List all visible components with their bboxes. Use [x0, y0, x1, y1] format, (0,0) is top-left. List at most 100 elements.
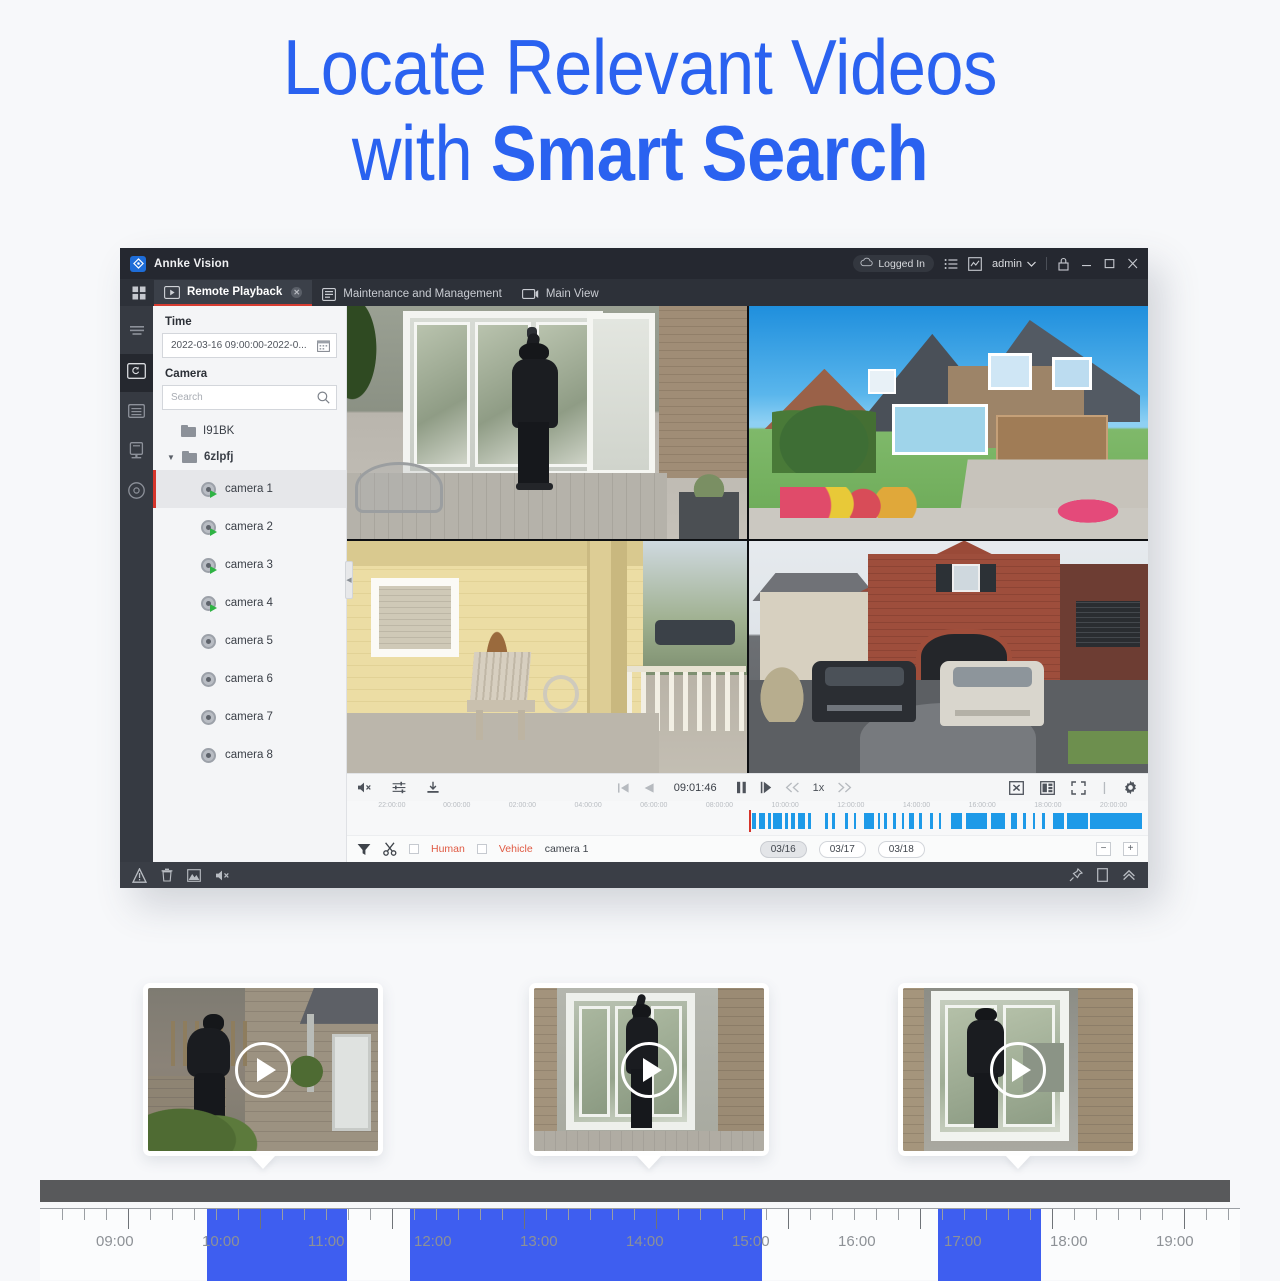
- result-card-3[interactable]: [898, 983, 1138, 1156]
- filter-icon[interactable]: [357, 843, 371, 856]
- playback-timeline[interactable]: 22:00:00 00:00:00 02:00:00 04:00:00 06:0…: [347, 801, 1148, 835]
- result-card-1[interactable]: [143, 983, 383, 1156]
- timeline-label: 14:00: [626, 1233, 664, 1250]
- panel-collapse-handle[interactable]: ◀: [345, 561, 353, 599]
- timeline-cursor[interactable]: [749, 810, 751, 832]
- timeline-track[interactable]: 09:00 10:00 11:00 12:00 13:00 14:00 15:0…: [40, 1208, 1240, 1280]
- timeline-label: 17:00: [944, 1233, 982, 1250]
- date-chip-0318[interactable]: 03/18: [878, 841, 925, 858]
- layout-icon[interactable]: [1040, 781, 1055, 795]
- frame-back-icon[interactable]: [617, 782, 630, 794]
- sliders-icon[interactable]: [392, 781, 406, 794]
- list-item-camera-1[interactable]: camera 1: [153, 470, 346, 508]
- vehicle-filter-checkbox[interactable]: [477, 844, 487, 854]
- timeline-tick: 14:00:00: [903, 802, 930, 809]
- step-forward-icon[interactable]: [760, 781, 772, 794]
- app-grid-button[interactable]: [124, 279, 154, 306]
- tree-folder-i91bk[interactable]: I91BK: [153, 418, 346, 444]
- rail-item-playback[interactable]: [120, 354, 153, 392]
- timeline-tick: 02:00:00: [509, 802, 536, 809]
- tab-remote-playback[interactable]: Remote Playback ✕: [154, 280, 312, 306]
- video-pane-3[interactable]: [347, 541, 747, 774]
- mute-icon[interactable]: [215, 869, 230, 882]
- user-label: admin: [992, 258, 1022, 270]
- camera-online-icon: [201, 558, 216, 573]
- video-pane-2[interactable]: [749, 306, 1149, 539]
- close-icon[interactable]: [1126, 257, 1140, 270]
- calendar-icon[interactable]: [317, 339, 330, 352]
- maximize-icon[interactable]: [1103, 257, 1116, 270]
- rail-item-circle[interactable]: [120, 474, 153, 512]
- video-pane-4[interactable]: [749, 541, 1149, 774]
- mute-icon[interactable]: [357, 781, 372, 794]
- trash-icon[interactable]: [161, 868, 173, 882]
- window-icon[interactable]: [1097, 868, 1108, 882]
- tab-main-view[interactable]: Main View: [512, 282, 609, 306]
- camera-search-input[interactable]: Search: [162, 385, 337, 410]
- playback-speed-label[interactable]: 1x: [813, 782, 825, 794]
- list-item-camera-6[interactable]: camera 6: [153, 660, 346, 698]
- hero-line-1: Locate Relevant Videos: [77, 24, 1203, 110]
- fullscreen-icon[interactable]: [1071, 781, 1086, 795]
- time-range-input[interactable]: 2022-03-16 09:00:00-2022-0...: [162, 333, 337, 358]
- gear-icon[interactable]: [1123, 780, 1138, 795]
- hero-line-2: with Smart Search: [77, 110, 1203, 196]
- list-item-camera-5[interactable]: camera 5: [153, 622, 346, 660]
- list-item-camera-7[interactable]: camera 7: [153, 698, 346, 736]
- screenshot-icon[interactable]: [187, 869, 201, 882]
- chart-icon[interactable]: [968, 257, 982, 271]
- list-icon: [128, 404, 145, 423]
- search-icon[interactable]: [317, 391, 330, 404]
- titlebar-actions: Logged In admin: [853, 255, 1140, 272]
- lock-icon[interactable]: [1057, 257, 1070, 271]
- tab-maintenance-management[interactable]: Maintenance and Management: [312, 282, 512, 306]
- more-icon[interactable]: [1102, 781, 1107, 795]
- list-item-camera-4[interactable]: camera 4: [153, 584, 346, 622]
- minimize-icon[interactable]: [1080, 257, 1093, 270]
- scissors-icon[interactable]: [383, 842, 397, 856]
- camera-offline-icon: [201, 748, 216, 763]
- timeline-zoom-in-button[interactable]: +: [1123, 842, 1138, 856]
- alarm-icon[interactable]: [132, 868, 147, 883]
- rail-item-menu[interactable]: [120, 314, 153, 352]
- bottom-timeline[interactable]: 09:00 10:00 11:00 12:00 13:00 14:00 15:0…: [0, 1180, 1280, 1280]
- camera-label: camera 8: [225, 749, 273, 761]
- download-icon[interactable]: [426, 781, 440, 794]
- chevron-down-icon[interactable]: ▼: [167, 453, 175, 462]
- annke-vision-window: Annke Vision Logged In admin: [120, 248, 1148, 888]
- camera-label: camera 3: [225, 559, 273, 571]
- list-item-camera-3[interactable]: camera 3: [153, 546, 346, 584]
- close-icon[interactable]: ✕: [291, 287, 302, 298]
- timeline-highlight-2[interactable]: [410, 1209, 762, 1281]
- play-icon[interactable]: [621, 1042, 677, 1098]
- play-icon[interactable]: [990, 1042, 1046, 1098]
- timeline-scrollbar[interactable]: [40, 1180, 1230, 1202]
- user-menu[interactable]: admin: [992, 258, 1036, 270]
- result-card-2[interactable]: [529, 983, 769, 1156]
- card-pointer: [250, 1155, 276, 1169]
- timeline-tick: 08:00:00: [706, 802, 733, 809]
- logged-in-status[interactable]: Logged In: [853, 255, 934, 272]
- pin-icon[interactable]: [1069, 868, 1083, 882]
- list-item-camera-8[interactable]: camera 8: [153, 736, 346, 774]
- previous-icon[interactable]: [643, 782, 655, 794]
- rewind-icon[interactable]: [785, 782, 800, 793]
- collapse-icon[interactable]: [1122, 868, 1136, 882]
- list-icon[interactable]: [944, 257, 958, 271]
- video-pane-1[interactable]: [347, 306, 747, 539]
- pause-icon[interactable]: [736, 781, 747, 794]
- date-chip-0317[interactable]: 03/17: [819, 841, 866, 858]
- list-item-camera-2[interactable]: camera 2: [153, 508, 346, 546]
- fast-forward-icon[interactable]: [837, 782, 852, 793]
- stop-all-icon[interactable]: [1009, 781, 1024, 795]
- rail-item-device[interactable]: [120, 434, 153, 472]
- timeline-recording-bars[interactable]: [347, 813, 1148, 829]
- timeline-zoom-out-button[interactable]: −: [1096, 842, 1111, 856]
- human-filter-checkbox[interactable]: [409, 844, 419, 854]
- play-icon[interactable]: [235, 1042, 291, 1098]
- tree-folder-6zlpfj[interactable]: ▼ 6zlpfj: [153, 444, 346, 470]
- rail-item-list[interactable]: [120, 394, 153, 432]
- smart-search-filter-bar: Human Vehicle camera 1 03/16 03/17 03/18…: [347, 835, 1148, 862]
- annke-logo-icon: [130, 256, 146, 272]
- date-chip-0316[interactable]: 03/16: [760, 841, 807, 858]
